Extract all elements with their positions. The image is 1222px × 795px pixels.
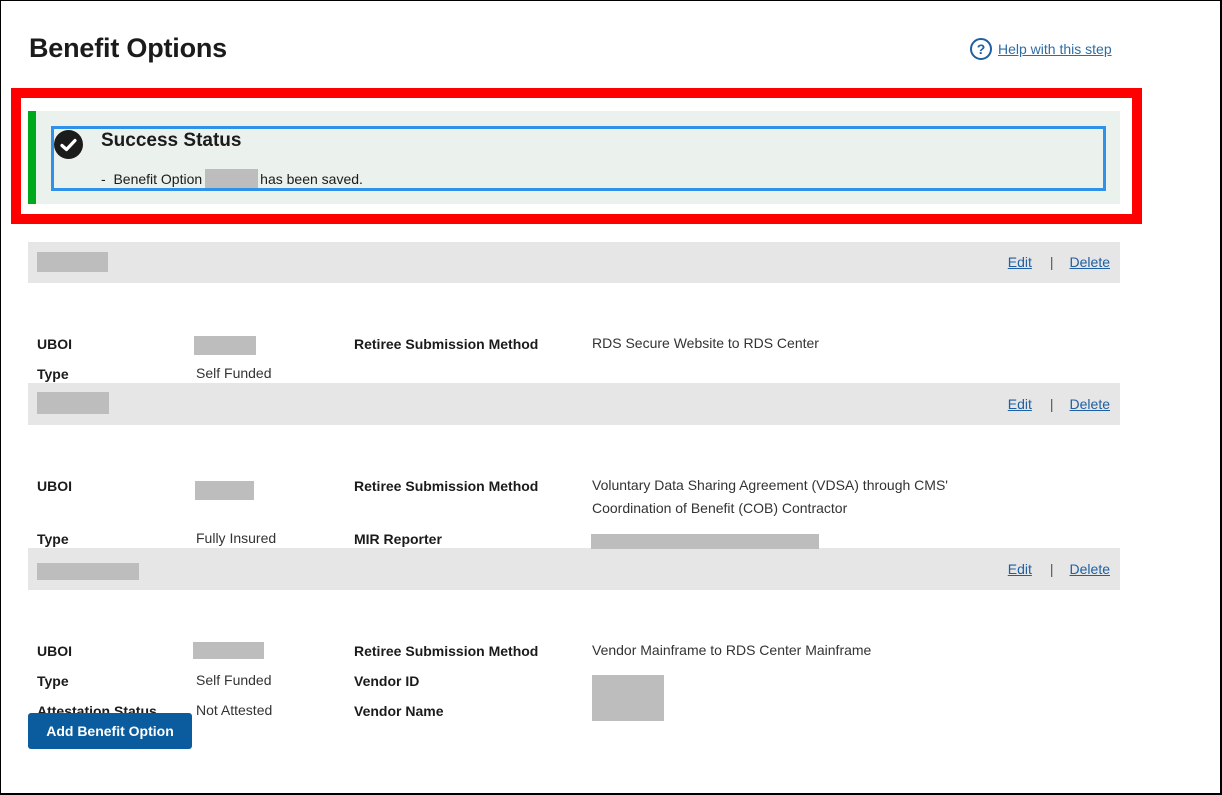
card-header: Edit | Delete — [28, 549, 1120, 590]
uboi-label: UBOI — [37, 336, 72, 352]
card-actions: Edit | Delete — [1008, 561, 1110, 577]
retiree-submission-method-label: Retiree Submission Method — [354, 478, 539, 494]
card-body: UBOI Retiree Submission Method RDS Secur… — [28, 283, 1120, 412]
attestation-status-value: Not Attested — [196, 702, 273, 718]
edit-link[interactable]: Edit — [1008, 561, 1032, 577]
vendor-id-label: Vendor ID — [354, 673, 420, 689]
uboi-label: UBOI — [37, 643, 72, 659]
type-value: Self Funded — [196, 365, 272, 381]
check-circle-icon — [54, 130, 83, 159]
type-label: Type — [37, 366, 69, 382]
alert-message-suffix: has been saved. — [260, 170, 363, 187]
help-link-label: Help with this step — [998, 41, 1112, 57]
delete-link[interactable]: Delete — [1070, 254, 1110, 270]
redacted-uboi — [193, 642, 264, 659]
retiree-submission-method-value-line1: Voluntary Data Sharing Agreement (VDSA) … — [592, 477, 948, 493]
redacted-benefit-option-name — [37, 252, 108, 272]
redacted-benefit-option-name — [37, 392, 109, 414]
alert-message-prefix: - Benefit Option — [101, 170, 203, 187]
retiree-submission-method-value: RDS Secure Website to RDS Center — [592, 335, 819, 351]
separator: | — [1049, 396, 1054, 412]
separator: | — [1049, 254, 1054, 270]
edit-link[interactable]: Edit — [1008, 254, 1032, 270]
add-benefit-option-button[interactable]: Add Benefit Option — [28, 713, 192, 749]
redacted-vendor-id-and-name — [592, 675, 664, 721]
redacted-uboi — [195, 481, 254, 500]
mir-reporter-label: MIR Reporter — [354, 531, 442, 547]
card-header: Edit | Delete — [28, 384, 1120, 425]
separator: | — [1049, 561, 1054, 577]
card-body: UBOI Retiree Submission Method Vendor Ma… — [28, 590, 1120, 721]
redacted-benefit-option-name — [205, 169, 259, 188]
card-body: UBOI Retiree Submission Method Voluntary… — [28, 425, 1120, 578]
retiree-submission-method-value: Vendor Mainframe to RDS Center Mainframe — [592, 642, 872, 658]
redacted-uboi — [194, 336, 256, 355]
card-actions: Edit | Delete — [1008, 396, 1110, 412]
delete-link[interactable]: Delete — [1070, 561, 1110, 577]
redacted-benefit-option-name — [37, 563, 139, 580]
type-value: Fully Insured — [196, 530, 277, 546]
help-link[interactable]: ? Help with this step — [970, 38, 1112, 60]
card-header: Edit | Delete — [28, 242, 1120, 283]
page-title: Benefit Options — [29, 33, 227, 63]
uboi-label: UBOI — [37, 478, 72, 494]
alert-title: Success Status — [101, 130, 242, 151]
benefit-option-card: Edit | Delete UBOI Retiree Submission Me… — [28, 242, 1120, 412]
retiree-submission-method-value-line2: Coordination of Benefit (COB) Contractor — [592, 500, 848, 516]
type-label: Type — [37, 531, 69, 547]
benefit-option-card: Edit | Delete UBOI Retiree Submission Me… — [28, 549, 1120, 721]
vendor-name-label: Vendor Name — [354, 703, 444, 719]
question-circle-icon: ? — [970, 38, 992, 60]
type-label: Type — [37, 673, 69, 689]
card-actions: Edit | Delete — [1008, 254, 1110, 270]
delete-link[interactable]: Delete — [1070, 396, 1110, 412]
benefit-option-card: Edit | Delete UBOI Retiree Submission Me… — [28, 384, 1120, 578]
type-value: Self Funded — [196, 672, 272, 688]
retiree-submission-method-label: Retiree Submission Method — [354, 336, 539, 352]
alert-message: - Benefit Option has been saved. — [101, 169, 363, 188]
retiree-submission-method-label: Retiree Submission Method — [354, 643, 539, 659]
edit-link[interactable]: Edit — [1008, 396, 1032, 412]
